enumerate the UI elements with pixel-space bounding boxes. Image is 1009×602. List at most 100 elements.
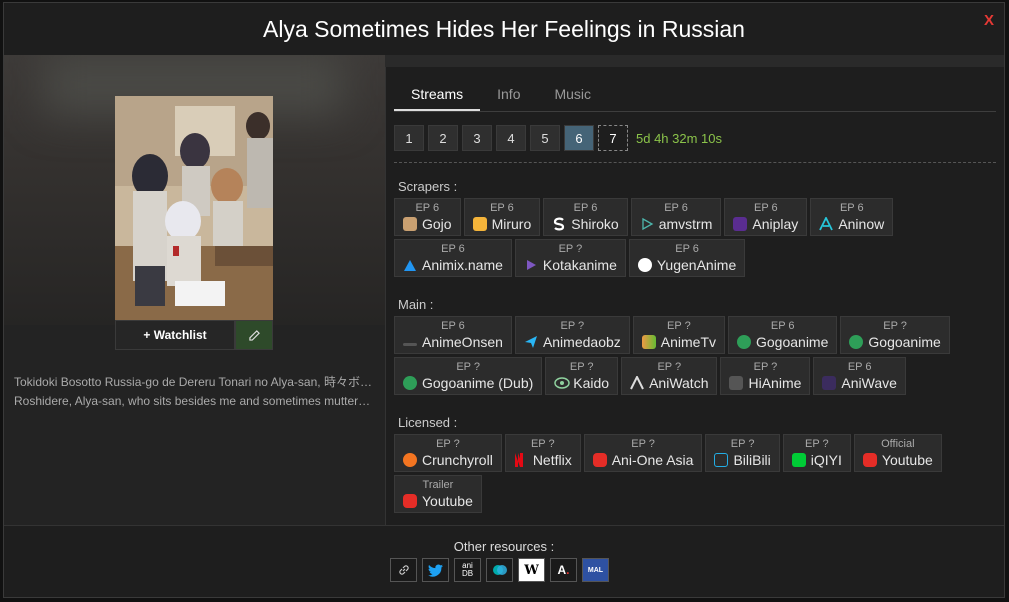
main-source-button[interactable]: EP 6 Gogoanime: [728, 316, 838, 354]
episode-status: EP ?: [456, 360, 480, 373]
watchlist-button[interactable]: + Watchlist: [115, 320, 235, 350]
anilist-icon[interactable]: [486, 558, 513, 582]
left-panel: + Watchlist Tokidoki Bosotto Russia-go d…: [4, 55, 386, 525]
episode-status: EP 6: [664, 201, 688, 214]
tab-streams[interactable]: Streams: [394, 81, 481, 111]
episode-status: EP 6: [490, 201, 514, 214]
aniwatch-icon: [630, 374, 644, 390]
kaido-icon: [554, 376, 571, 390]
poster-image: [115, 96, 273, 320]
scraper-source-button[interactable]: EP 6 amvstrm: [630, 198, 722, 236]
link-icon[interactable]: [390, 558, 417, 582]
main-source-button[interactable]: EP 6 AnimeOnsen: [394, 316, 512, 354]
main-label: Main :: [398, 297, 434, 312]
source-name: Kaido: [554, 374, 609, 392]
episode-button-2[interactable]: 2: [428, 125, 458, 151]
youtube-icon: [403, 493, 417, 508]
scraper-source-button[interactable]: EP 6 Aninow: [810, 198, 894, 236]
episode-status: EP 6: [754, 201, 778, 214]
episode-status: EP ?: [667, 319, 691, 332]
myanimelist-icon[interactable]: MAL: [582, 558, 609, 582]
episode-button-6[interactable]: 6: [564, 125, 594, 151]
main-source-button[interactable]: EP ? AnimeTv: [632, 316, 725, 354]
gogoanime-icon: [737, 334, 751, 349]
source-name: amvstrm: [640, 215, 712, 233]
episode-status: EP ?: [631, 437, 655, 450]
source-name: Miruro: [472, 215, 531, 233]
main-source-button[interactable]: EP ? HiAnime: [720, 357, 811, 395]
shiroko-icon: [552, 217, 566, 231]
source-name: AniWave: [822, 374, 897, 392]
episode-button-4[interactable]: 4: [496, 125, 526, 151]
yugenanime-icon: [637, 257, 652, 272]
licensed-source-button[interactable]: EP ? Crunchyroll: [394, 434, 502, 472]
netflix-icon: [514, 452, 528, 467]
tab-info[interactable]: Info: [480, 81, 537, 111]
episode-button-3[interactable]: 3: [462, 125, 492, 151]
scraper-source-button[interactable]: EP 6 Gojo: [394, 198, 461, 236]
bilibili-icon: [714, 452, 729, 467]
crunchyroll-icon: [403, 452, 417, 467]
episode-status: EP ?: [730, 437, 755, 450]
resource-links: ani DB W A. MAL: [390, 558, 614, 582]
source-name: Youtube: [862, 451, 933, 469]
aninow-icon: [819, 215, 834, 231]
source-name: Aninow: [819, 215, 884, 233]
source-name: Animix.name: [403, 256, 503, 274]
close-button[interactable]: X: [984, 12, 994, 29]
episode-status: EP ?: [530, 437, 555, 450]
main-source-button[interactable]: EP ? Gogoanime: [840, 316, 950, 354]
scraper-source-button[interactable]: EP 6 Shiroko: [543, 198, 628, 236]
episode-status: EP 6: [770, 319, 795, 332]
source-name: Youtube: [403, 492, 473, 510]
modal-title: Alya Sometimes Hides Her Feelings in Rus…: [4, 3, 1004, 55]
licensed-source-button[interactable]: EP ? Netflix: [504, 434, 581, 472]
aniplay-icon: [733, 216, 748, 231]
main-source-button[interactable]: EP ? Gogoanime (Dub): [394, 357, 543, 395]
source-name: AnimeTv: [641, 333, 716, 351]
licensed-source-button[interactable]: Official Youtube: [853, 434, 942, 472]
main-source-button[interactable]: EP ? Kaido: [545, 357, 619, 395]
main-source-button[interactable]: EP ? Animedaobz: [514, 316, 630, 354]
twitter-icon[interactable]: [422, 558, 449, 582]
wikipedia-icon[interactable]: W: [518, 558, 545, 582]
other-resources-label: Other resources :: [453, 539, 555, 554]
main-source-button[interactable]: EP 6 AniWave: [813, 357, 906, 395]
episode-status: EP 6: [441, 242, 465, 255]
next-episode-countdown: 5d 4h 32m 10s: [636, 130, 723, 146]
episode-button-1[interactable]: 1: [394, 125, 424, 151]
licensed-source-button[interactable]: EP ? Ani-One Asia: [583, 434, 703, 472]
play-icon: [640, 217, 654, 231]
episode-status: EP ?: [558, 242, 583, 255]
anime-detail-modal: Alya Sometimes Hides Her Feelings in Rus…: [3, 2, 1005, 598]
scraper-source-button[interactable]: EP 6 Animix.name: [394, 239, 512, 277]
mal-text: MAL: [587, 566, 604, 574]
gojo-icon: [403, 216, 417, 231]
source-name: Crunchyroll: [403, 451, 493, 469]
episode-button-5[interactable]: 5: [530, 125, 560, 151]
animetv-icon: [641, 334, 656, 349]
scraper-source-button[interactable]: EP 6 Miruro: [463, 198, 541, 236]
scraper-source-button[interactable]: EP 6 YugenAnime: [628, 239, 746, 277]
licensed-source-button[interactable]: EP ? BiliBili: [705, 434, 780, 472]
watchlist-row: + Watchlist: [115, 320, 273, 350]
source-name: HiAnime: [729, 374, 801, 392]
main-source-button[interactable]: EP ? AniWatch: [621, 357, 718, 395]
pencil-icon[interactable]: [235, 320, 273, 350]
tabs: Streams Info Music: [394, 81, 996, 112]
source-name: Gojo: [403, 215, 452, 233]
episode-status: EP 6: [573, 201, 598, 214]
episode-status: EP ?: [753, 360, 778, 373]
scraper-source-button[interactable]: EP ? Kotakanime: [514, 239, 626, 277]
scraper-source-button[interactable]: EP 6 Aniplay: [724, 198, 808, 236]
episode-status: EP 6: [675, 242, 699, 255]
episode-button-7[interactable]: 7: [598, 125, 628, 151]
source-name: Gogoanime: [849, 333, 941, 351]
anime-planet-icon[interactable]: A.: [550, 558, 577, 582]
tab-music[interactable]: Music: [537, 81, 608, 111]
episode-status: Trailer: [422, 478, 454, 491]
iqiyi-icon: [791, 452, 806, 467]
licensed-source-button[interactable]: Trailer Youtube: [394, 475, 482, 513]
anidb-icon[interactable]: ani DB: [454, 558, 481, 582]
licensed-source-button[interactable]: EP ? iQIYI: [782, 434, 851, 472]
